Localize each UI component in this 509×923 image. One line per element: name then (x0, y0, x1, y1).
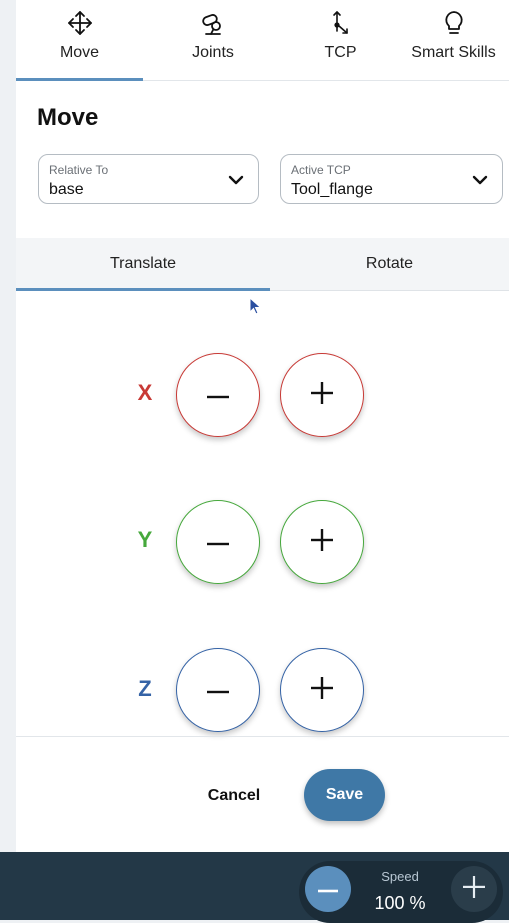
plus-icon (311, 528, 333, 556)
speed-label: Speed (381, 869, 419, 884)
speed-decrease-button[interactable] (305, 866, 351, 912)
speed-increase-button[interactable] (451, 866, 497, 912)
minus-icon (207, 681, 229, 699)
save-button[interactable]: Save (304, 769, 385, 821)
relative-to-label: Relative To (49, 163, 109, 177)
relative-to-select[interactable]: Relative To base (38, 154, 259, 204)
mouse-pointer-icon (249, 296, 263, 322)
minus-icon (318, 880, 338, 898)
page-title: Move (37, 104, 99, 131)
tab-rotate[interactable]: Rotate (270, 238, 509, 290)
tab-smart-skills-label: Smart Skills (411, 44, 496, 61)
tab-move[interactable]: Move (16, 0, 143, 81)
speed-value: 100 % (374, 893, 426, 913)
y-minus-button[interactable] (176, 500, 260, 584)
tcp-icon (329, 8, 353, 38)
relative-to-value: base (49, 181, 84, 198)
move-arrows-icon (66, 8, 94, 38)
minus-icon (207, 533, 229, 551)
tab-tcp-label: TCP (324, 44, 357, 61)
footer-divider (16, 736, 509, 737)
x-plus-button[interactable] (280, 353, 364, 437)
axis-z-label: Z (138, 676, 152, 701)
tab-joints[interactable]: Joints (143, 0, 283, 80)
plus-icon (311, 676, 333, 704)
active-tcp-label: Active TCP (291, 163, 351, 177)
chevron-down-icon (228, 173, 244, 191)
axis-y-label: Y (137, 527, 153, 552)
chevron-down-icon (472, 173, 488, 191)
top-tab-bar: Move Joints TCP Smart Skills (16, 0, 509, 81)
tab-translate[interactable]: Translate (16, 238, 270, 291)
x-minus-button[interactable] (176, 353, 260, 437)
active-tcp-select[interactable]: Active TCP Tool_flange (280, 154, 503, 204)
z-plus-button[interactable] (280, 648, 364, 732)
move-panel: Move Joints TCP Smart Skills Move Relati… (16, 0, 509, 852)
plus-icon (463, 875, 485, 903)
robot-joint-icon (199, 8, 227, 38)
tab-tcp[interactable]: TCP (283, 0, 398, 80)
lightbulb-icon (441, 8, 467, 38)
tab-translate-label: Translate (109, 255, 177, 272)
translate-rotate-tabs: Translate Rotate (16, 238, 509, 291)
tab-move-label: Move (59, 44, 100, 61)
tab-joints-label: Joints (192, 44, 234, 61)
active-tcp-value: Tool_flange (291, 181, 373, 198)
plus-icon (311, 381, 333, 409)
y-plus-button[interactable] (280, 500, 364, 584)
z-minus-button[interactable] (176, 648, 260, 732)
minus-icon (207, 386, 229, 404)
tab-rotate-label: Rotate (365, 255, 414, 272)
axis-x-label: X (137, 380, 153, 405)
cancel-button[interactable]: Cancel (194, 781, 274, 811)
tab-smart-skills[interactable]: Smart Skills (398, 0, 509, 80)
